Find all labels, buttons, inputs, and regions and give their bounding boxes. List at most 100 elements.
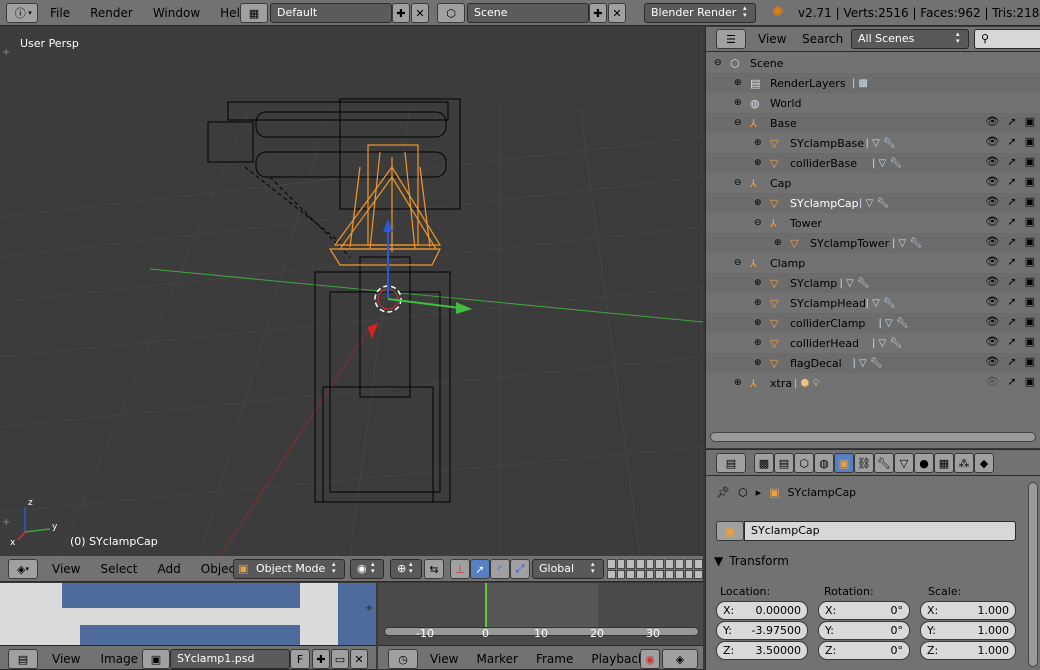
area-corner-plus-icon[interactable]: + — [2, 517, 10, 528]
outliner-row-cap[interactable]: ⊖ ⅄ Cap 👁︎ ➚ ▣ — [706, 173, 1040, 193]
image-editor-canvas[interactable]: + — [0, 583, 376, 645]
keying-set-button[interactable]: ◈ — [662, 649, 698, 669]
tab-scene-icon[interactable]: ⬡ — [794, 453, 814, 473]
tab-renderlayers-icon[interactable]: ▤ — [774, 453, 794, 473]
outliner-row-syclampcap[interactable]: ⊕ ▽ SYclampCap 👁︎ ➚ ▣ | ▽ 🔧︎ — [706, 193, 1040, 213]
location-x-field[interactable]: X: 0.00000 — [716, 601, 808, 620]
expand-toggle-icon[interactable]: ⊕ — [734, 98, 742, 108]
outliner-row-label[interactable]: xtra — [770, 377, 792, 390]
outliner-row-label[interactable]: Cap — [770, 177, 791, 190]
rotation-z-field[interactable]: Z: 0° — [818, 641, 910, 660]
outliner-row-label[interactable]: Tower — [790, 217, 822, 230]
tab-render-icon[interactable]: ▩ — [754, 453, 774, 473]
viewport-menu-select[interactable]: Select — [100, 562, 137, 576]
expand-toggle-icon[interactable]: ⊕ — [754, 158, 762, 168]
editor-type-info-button[interactable]: ⓘ ▾ — [6, 3, 38, 23]
expand-toggle-icon[interactable]: ⊖ — [734, 178, 742, 188]
visibility-eye-icon[interactable]: 👁︎ — [985, 275, 999, 288]
outliner-scrollbar[interactable] — [710, 432, 1036, 442]
rotate-manipulator-button[interactable]: ➚ — [470, 559, 490, 579]
outliner-row-world[interactable]: ⊕ ◍ World — [706, 93, 1040, 113]
editor-type-3d-button[interactable]: ◈ ▾ — [8, 559, 38, 579]
outliner-row-syclamptower[interactable]: ⊕ ▽ SYclampTower 👁︎ ➚ ▣ | ▽ 🔧︎ — [706, 233, 1040, 253]
menu-window[interactable]: Window — [153, 6, 200, 20]
unlink-image-button[interactable]: ✕ — [350, 649, 368, 669]
selectable-arrow-icon[interactable]: ➚ — [1007, 155, 1016, 168]
menu-file[interactable]: File — [50, 6, 70, 20]
outliner-row-label[interactable]: Scene — [750, 57, 784, 70]
visibility-eye-icon[interactable]: 👁︎ — [985, 355, 999, 368]
outliner-row-renderlayers[interactable]: ⊕ ▤ RenderLayers | ▩ — [706, 73, 1040, 93]
outliner-row-label[interactable]: SYclampTower — [810, 237, 889, 250]
outliner-row-colliderclamp[interactable]: ⊕ ▽ colliderClamp 👁︎ ➚ ▣ | ▽ 🔧︎ — [706, 313, 1040, 333]
add-scene-button[interactable]: ✚ — [589, 3, 607, 23]
image-menu-view[interactable]: View — [52, 652, 80, 666]
editor-type-properties-button[interactable]: ▤ — [716, 453, 746, 473]
editor-type-outliner-button[interactable]: ☰ — [716, 29, 746, 49]
renderable-camera-icon[interactable]: ▣ — [1025, 275, 1035, 288]
mesh-data-modifier-icons[interactable]: | ▽ 🔧︎ — [853, 358, 883, 369]
renderable-camera-icon[interactable]: ▣ — [1025, 175, 1035, 188]
area-corner-plus-icon[interactable]: + — [365, 603, 373, 614]
image-menu-image[interactable]: Image — [100, 652, 138, 666]
expand-toggle-icon[interactable]: ⊕ — [774, 238, 782, 248]
scale-manipulator-button[interactable]: ⤢ — [510, 559, 530, 579]
tab-data-icon[interactable]: ▽ — [894, 453, 914, 473]
viewport-menu-view[interactable]: View — [52, 562, 80, 576]
expand-toggle-icon[interactable]: ⊕ — [754, 278, 762, 288]
mesh-data-modifier-icons[interactable]: | ▽ 🔧︎ — [892, 238, 922, 249]
timeline-menu-playback[interactable]: Playback — [591, 652, 645, 666]
selectable-arrow-icon[interactable]: ➚ — [1007, 335, 1016, 348]
expand-toggle-icon[interactable]: ⊖ — [754, 218, 762, 228]
outliner-display-mode-select[interactable]: All Scenes — [851, 29, 969, 49]
timeline-menu-marker[interactable]: Marker — [476, 652, 517, 666]
tab-texture-icon[interactable]: ▦ — [934, 453, 954, 473]
renderable-camera-icon[interactable]: ▣ — [1025, 315, 1035, 328]
expand-toggle-icon[interactable]: ⊖ — [734, 118, 742, 128]
renderable-camera-icon[interactable]: ▣ — [1025, 215, 1035, 228]
mesh-data-modifier-icons[interactable]: | ▽ 🔧︎ — [859, 198, 889, 209]
renderable-camera-icon[interactable]: ▣ — [1025, 155, 1035, 168]
render-engine-select[interactable]: Blender Render — [644, 3, 756, 23]
visibility-eye-icon[interactable]: 👁︎ — [985, 195, 999, 208]
visibility-eye-icon[interactable]: 👁︎ — [985, 215, 999, 228]
image-name-field[interactable]: SYclamp1.psd — [170, 649, 290, 669]
rotate-arc-button[interactable]: ◜ — [490, 559, 510, 579]
timeline-area[interactable]: -10 0 10 20 30 — [378, 583, 703, 645]
selectable-arrow-icon[interactable]: ➚ — [1007, 135, 1016, 148]
outliner-menu-search[interactable]: Search — [802, 32, 843, 46]
outliner-row-scene[interactable]: ⊖ ⬡ Scene — [706, 53, 1040, 73]
visibility-eye-icon[interactable]: 👁︎ — [985, 175, 999, 188]
tab-world-icon[interactable]: ◍ — [814, 453, 834, 473]
outliner-row-label[interactable]: Clamp — [770, 257, 805, 270]
renderable-camera-icon[interactable]: ▣ — [1025, 295, 1035, 308]
viewport-shading-select[interactable]: ◉ — [350, 559, 384, 579]
editor-type-image-button[interactable]: ▤ — [8, 649, 38, 669]
visibility-eye-icon[interactable]: 👁︎ — [985, 315, 999, 328]
expand-toggle-icon[interactable]: ⊕ — [754, 198, 762, 208]
manipulator-toggle[interactable]: ⇆ — [424, 559, 444, 579]
outliner-row-label[interactable]: colliderBase — [790, 157, 857, 170]
renderable-camera-icon[interactable]: ▣ — [1025, 335, 1035, 348]
transform-orientation-select[interactable]: Global — [532, 559, 604, 579]
visibility-eye-icon[interactable]: 👁︎ — [985, 235, 999, 248]
outliner-row-base[interactable]: ⊖ ⅄ Base 👁︎ ➚ ▣ — [706, 113, 1040, 133]
new-image-button[interactable]: ✚ — [312, 649, 330, 669]
renderable-camera-icon[interactable]: ▣ — [1025, 135, 1035, 148]
visibility-eye-icon[interactable]: 👁︎ — [985, 335, 999, 348]
expand-toggle-icon[interactable]: ⊖ — [714, 58, 722, 68]
rotation-y-field[interactable]: Y: 0° — [818, 621, 910, 640]
mesh-data-modifier-icons[interactable]: | ▽ 🔧︎ — [866, 138, 896, 149]
outliner-row-xtra[interactable]: ⊕ ⅄ xtra 👁︎ ➚ ▣ | ⬢ 💡︎ — [706, 373, 1040, 393]
outliner-row-label[interactable]: RenderLayers — [770, 77, 846, 90]
selectable-arrow-icon[interactable]: ➚ — [1007, 235, 1016, 248]
visibility-eye-icon[interactable]: 👁︎ — [985, 155, 999, 168]
screen-layout-icon-button[interactable]: ▦ — [240, 3, 268, 23]
transform-panel-header[interactable]: ▼ Transform — [714, 550, 1020, 572]
visibility-eye-icon[interactable]: 👁︎ — [985, 255, 999, 268]
outliner-row-label[interactable]: World — [770, 97, 802, 110]
outliner-row-syclamphead[interactable]: ⊕ ▽ SYclampHead 👁︎ ➚ ▣ | ▽ 🔧︎ — [706, 293, 1040, 313]
expand-toggle-icon[interactable]: ⊕ — [734, 78, 742, 88]
visibility-eye-icon[interactable]: 👁︎ — [985, 135, 999, 148]
scale-x-field[interactable]: X: 1.000 — [920, 601, 1016, 620]
